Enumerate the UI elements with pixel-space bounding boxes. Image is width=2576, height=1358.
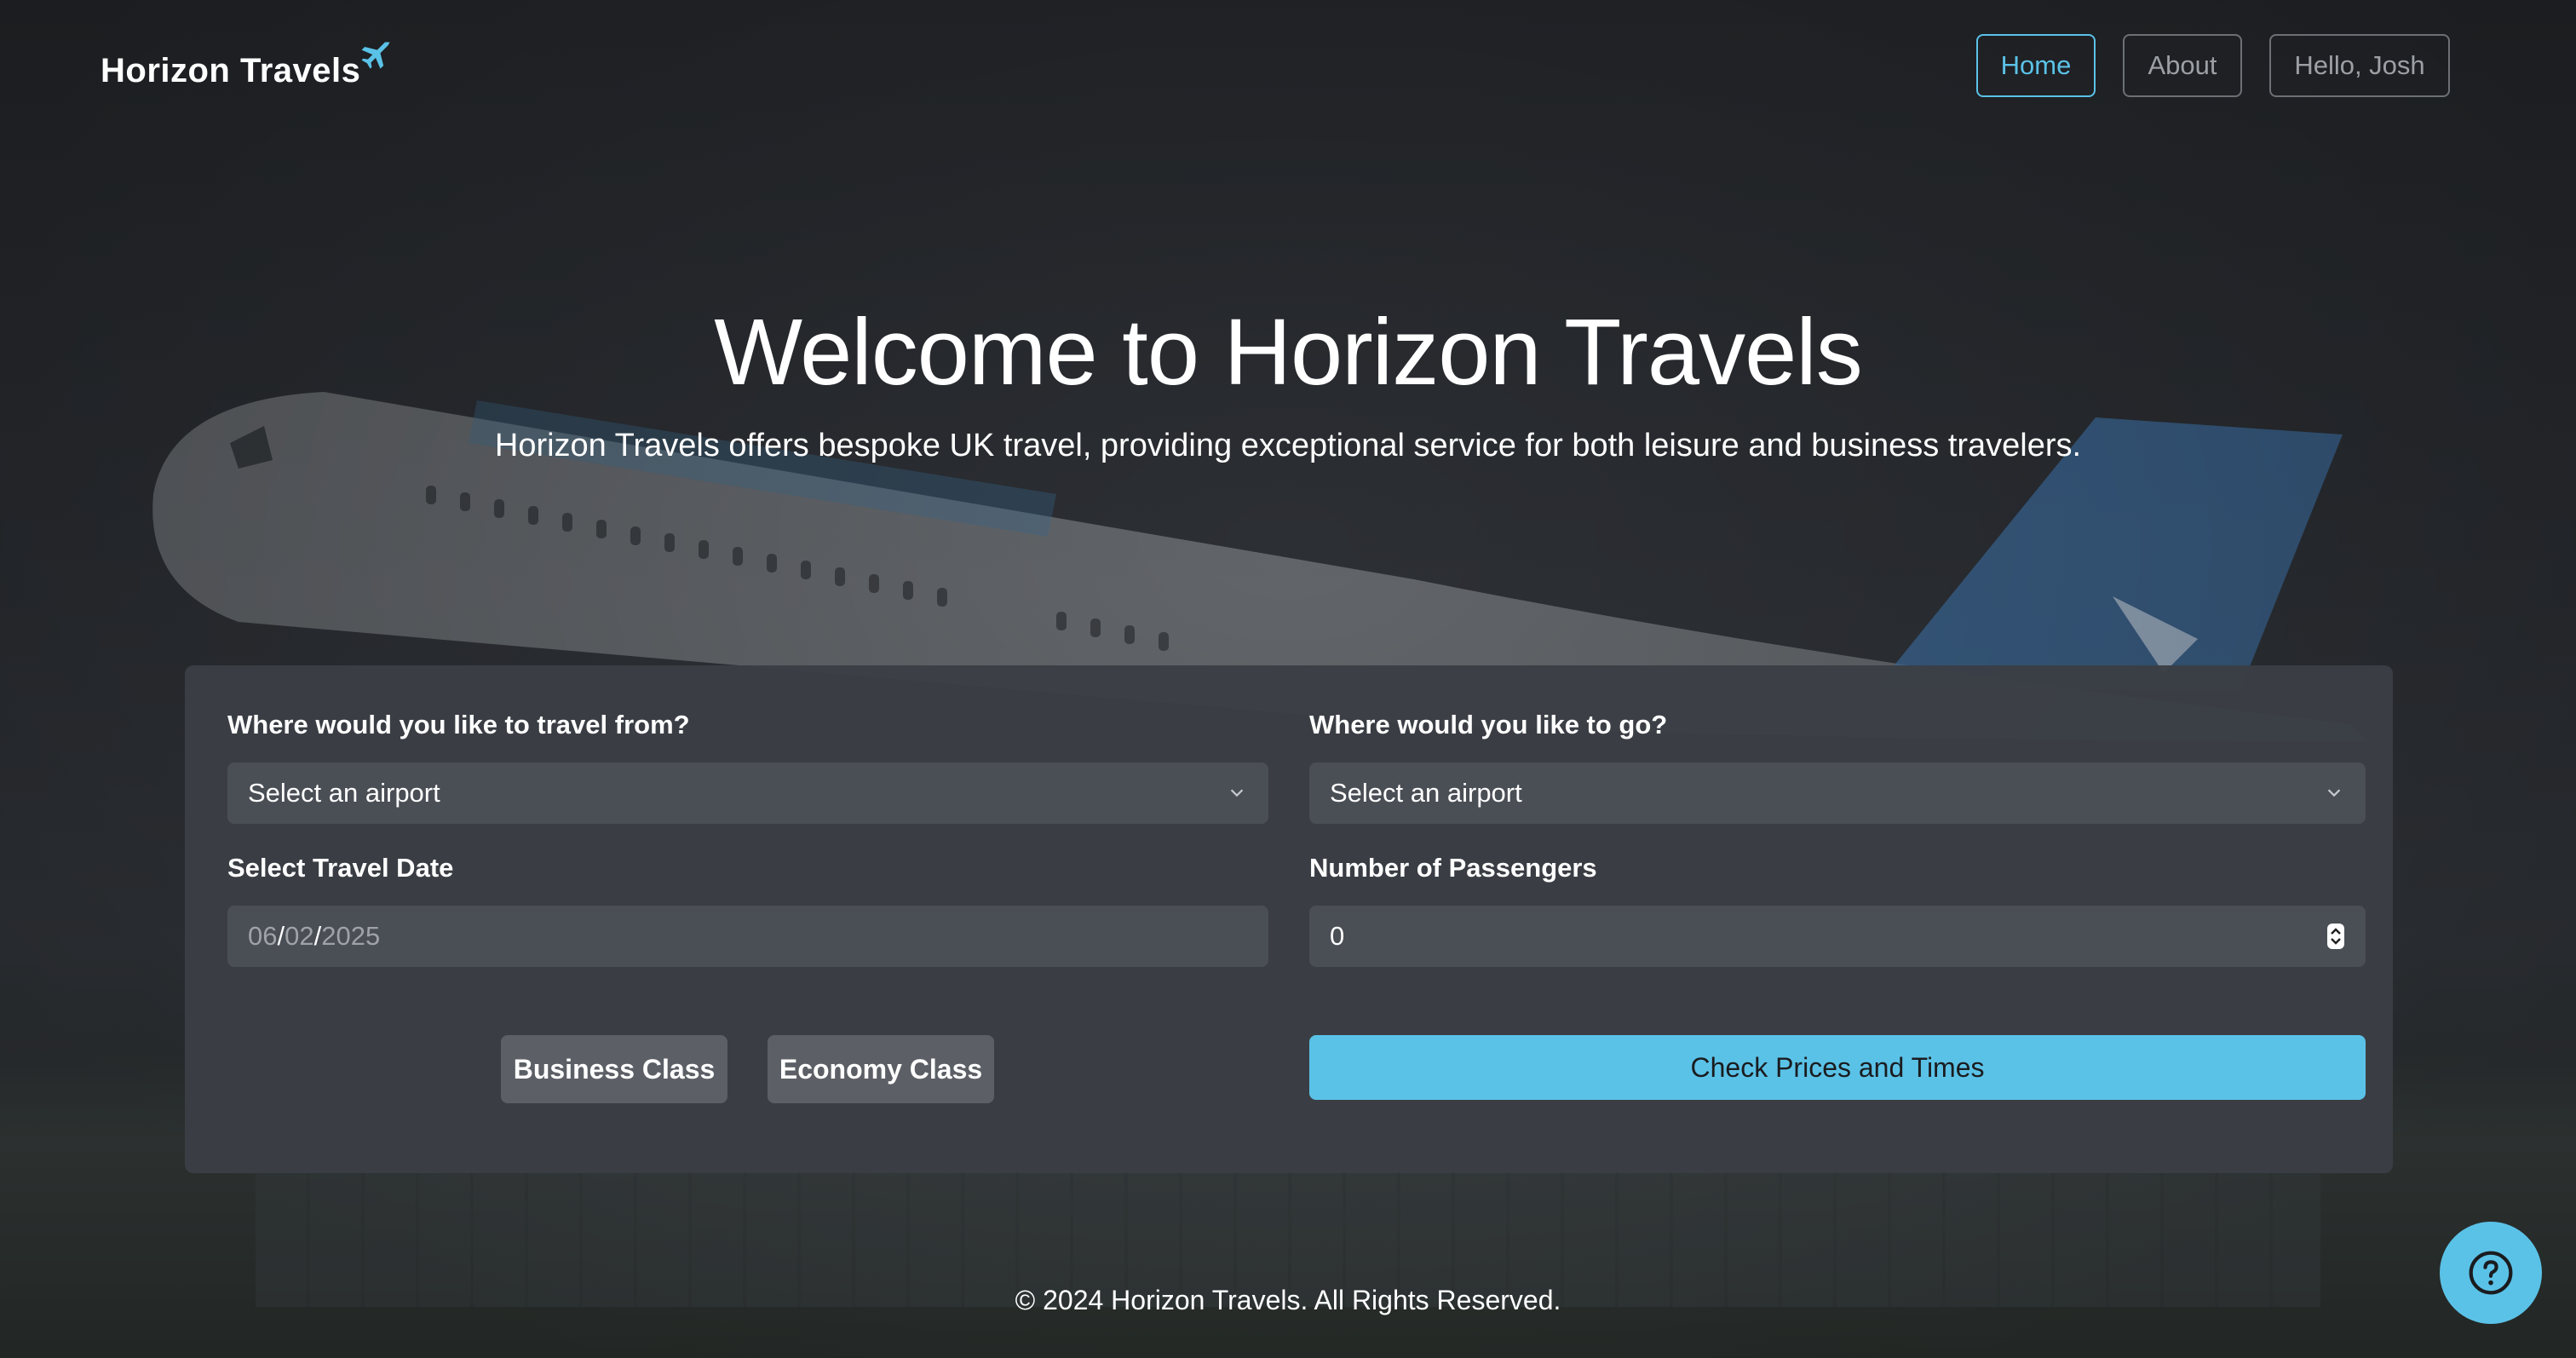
- chevron-down-icon: [1230, 789, 1244, 797]
- date-label: Select Travel Date: [227, 853, 454, 883]
- user-menu-button[interactable]: Hello, Josh: [2269, 34, 2450, 97]
- from-airport-select[interactable]: Select an airport: [227, 762, 1268, 824]
- nav-home-button[interactable]: Home: [1976, 34, 2096, 97]
- from-label: Where would you like to travel from?: [227, 710, 690, 739]
- footer-copyright: © 2024 Horizon Travels. All Rights Reser…: [1015, 1285, 1561, 1315]
- nav-buttons: Home About Hello, Josh: [1976, 34, 2450, 97]
- passengers-input[interactable]: 0: [1309, 906, 2366, 967]
- date-year[interactable]: 2025: [321, 921, 380, 952]
- brand-logo[interactable]: Horizon Travels: [101, 42, 394, 92]
- to-label: Where would you like to go?: [1309, 710, 1668, 739]
- date-month[interactable]: 06: [248, 921, 277, 952]
- to-airport-select[interactable]: Select an airport: [1309, 762, 2366, 824]
- nav-about-button[interactable]: About: [2123, 34, 2242, 97]
- business-class-button[interactable]: Business Class: [501, 1035, 727, 1103]
- airplane-icon: [361, 42, 390, 69]
- economy-class-button[interactable]: Economy Class: [768, 1035, 994, 1103]
- from-airport-value: Select an airport: [248, 778, 440, 808]
- chevron-down-icon: [2327, 789, 2341, 797]
- travel-date-input[interactable]: 06/02/2025: [227, 906, 1268, 967]
- top-navbar: Horizon Travels Home About Hello, Josh: [0, 0, 2576, 136]
- brand-name: Horizon Travels: [101, 52, 361, 89]
- check-prices-button[interactable]: Check Prices and Times: [1309, 1035, 2366, 1100]
- question-icon: [2469, 1251, 2513, 1295]
- booking-form: Where would you like to travel from? Sel…: [185, 665, 2393, 1173]
- date-day[interactable]: 02: [285, 921, 313, 952]
- passengers-label: Number of Passengers: [1309, 853, 1597, 883]
- hero-title: Welcome to Horizon Travels: [714, 300, 1862, 405]
- hero-subtitle: Horizon Travels offers bespoke UK travel…: [494, 428, 2082, 463]
- help-button[interactable]: [2440, 1222, 2542, 1324]
- passengers-value: 0: [1330, 921, 1345, 951]
- number-stepper-icon[interactable]: [2326, 923, 2345, 950]
- to-airport-value: Select an airport: [1330, 778, 1522, 808]
